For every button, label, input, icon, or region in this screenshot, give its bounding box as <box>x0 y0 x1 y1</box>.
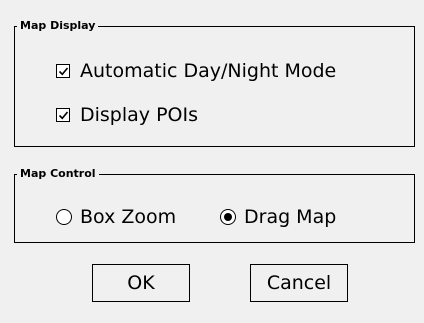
drag-map-radio-circle[interactable] <box>220 209 236 225</box>
day-night-mode-label: Automatic Day/Night Mode <box>80 60 337 82</box>
display-pois-checkbox[interactable]: Display POIs <box>56 104 198 126</box>
radio-dot-icon <box>224 213 232 221</box>
drag-map-label: Drag Map <box>244 206 337 228</box>
map-settings-dialog: Map Display Automatic Day/Night Mode Dis… <box>0 0 424 323</box>
box-zoom-radio-circle[interactable] <box>56 209 72 225</box>
drag-map-radio[interactable]: Drag Map <box>220 206 336 228</box>
ok-button[interactable]: OK <box>92 264 190 302</box>
day-night-mode-checkbox-box[interactable] <box>56 64 70 78</box>
box-zoom-label: Box Zoom <box>80 206 177 228</box>
box-zoom-radio[interactable]: Box Zoom <box>56 206 176 228</box>
day-night-mode-checkbox[interactable]: Automatic Day/Night Mode <box>56 60 336 82</box>
check-icon <box>58 110 68 119</box>
map-display-legend: Map Display <box>20 19 96 32</box>
check-icon <box>58 66 68 75</box>
cancel-button[interactable]: Cancel <box>250 264 348 302</box>
map-control-legend: Map Control <box>20 167 96 180</box>
display-pois-checkbox-box[interactable] <box>56 108 70 122</box>
display-pois-label: Display POIs <box>80 104 198 126</box>
map-display-group: Map Display <box>14 20 415 147</box>
